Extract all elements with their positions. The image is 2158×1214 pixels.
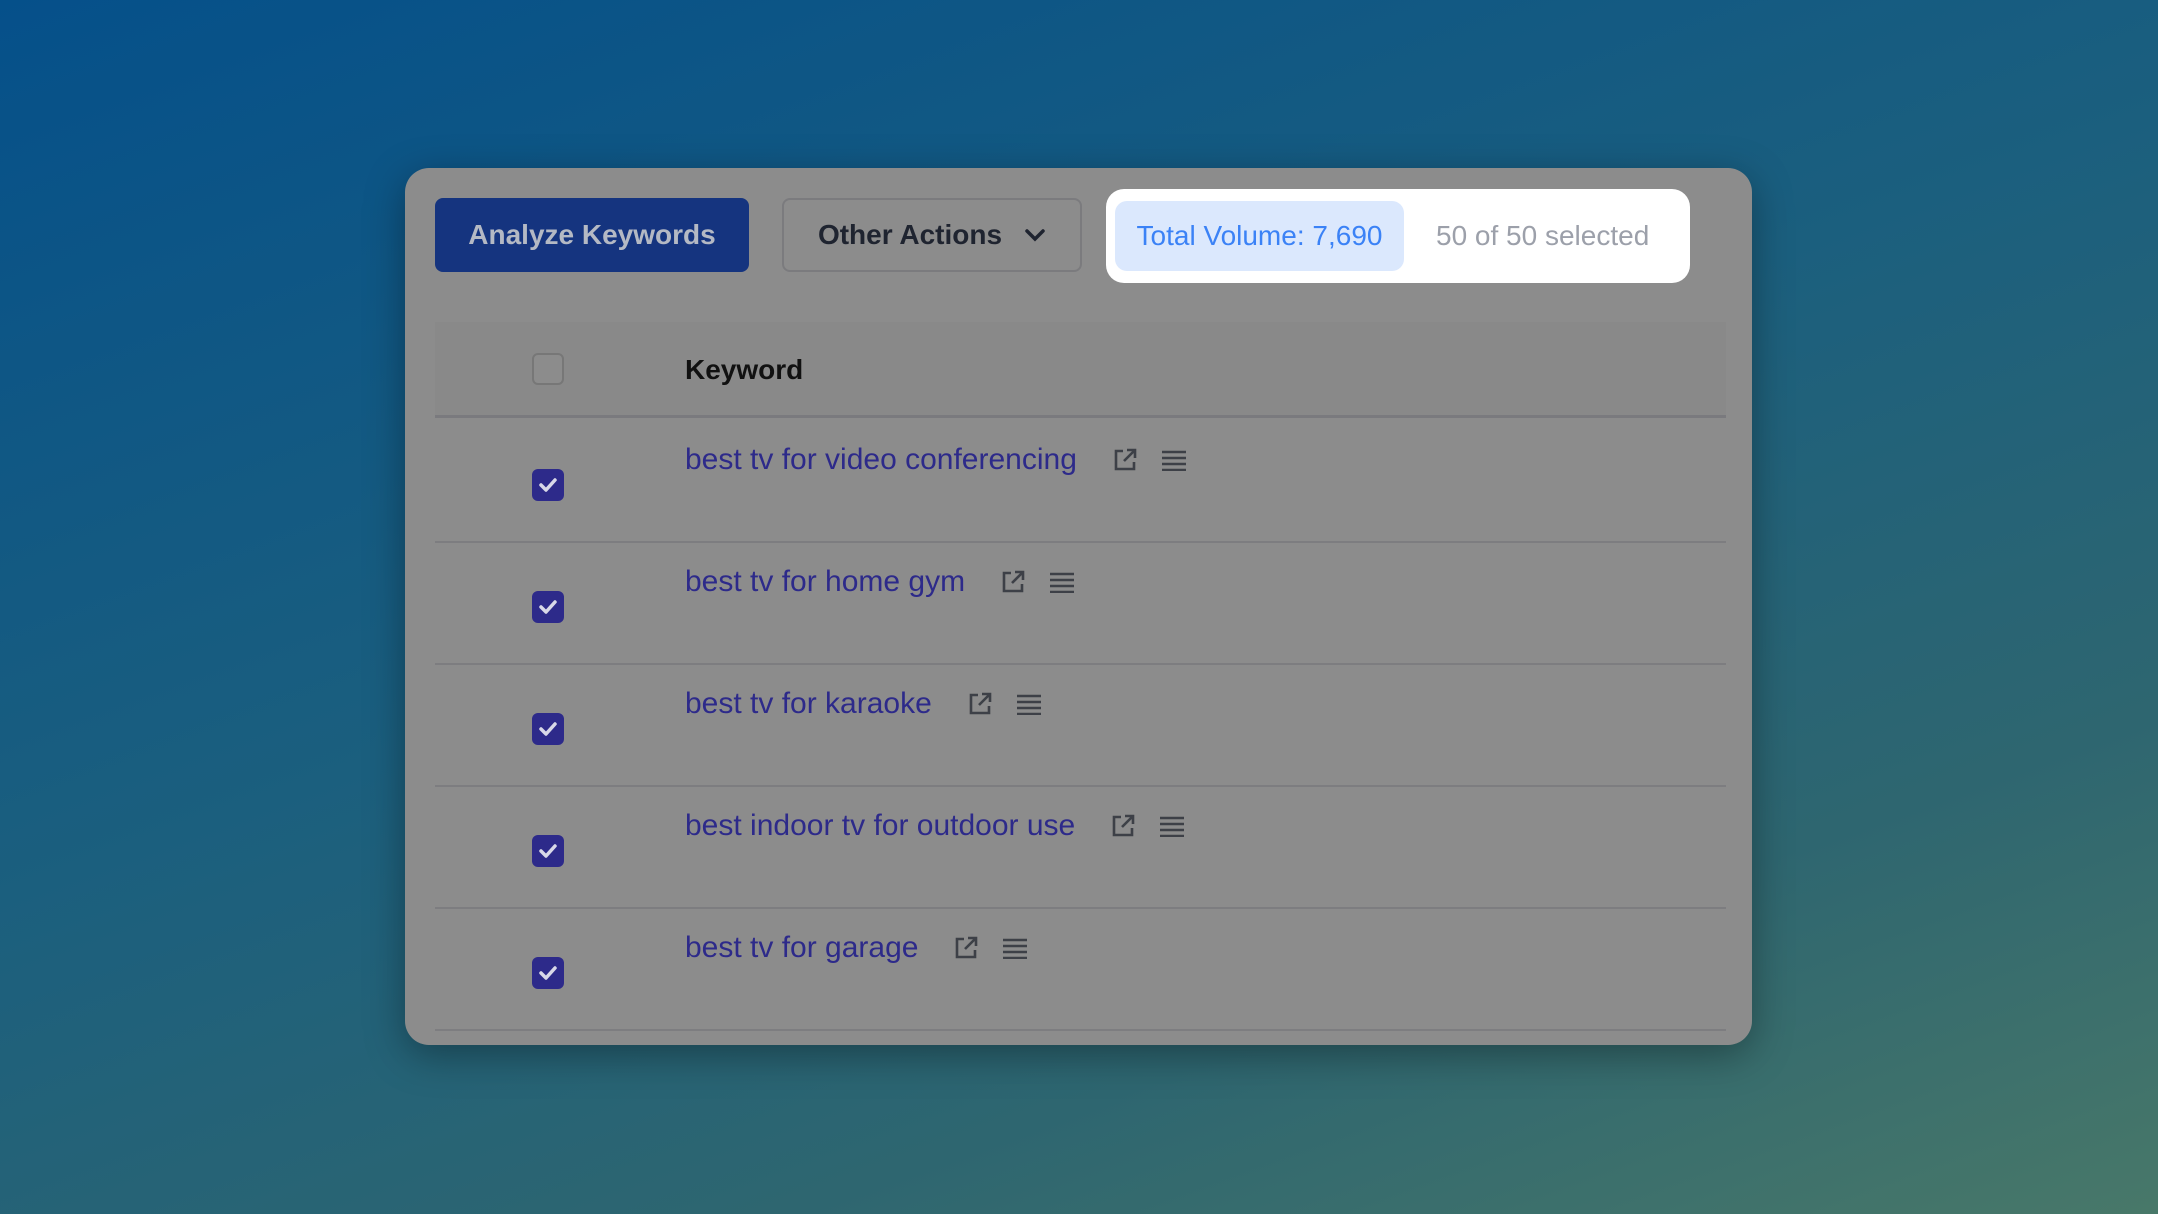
checkmark-icon	[539, 722, 557, 736]
keyword-link[interactable]: best indoor tv for outdoor use	[685, 809, 1075, 843]
table-row: best tv for video conferencing	[435, 421, 1726, 543]
row-checkbox[interactable]	[532, 469, 564, 501]
external-link-icon[interactable]	[1111, 446, 1139, 474]
keyword-link[interactable]: best tv for garage	[685, 931, 918, 965]
external-link-icon[interactable]	[952, 934, 980, 962]
row-checkbox[interactable]	[532, 591, 564, 623]
menu-lines-icon[interactable]	[1049, 571, 1075, 593]
table-row: best indoor tv for outdoor use	[435, 787, 1726, 909]
menu-lines-icon[interactable]	[1002, 937, 1028, 959]
table-header: Keyword	[435, 322, 1726, 418]
checkmark-icon	[539, 844, 557, 858]
chevron-down-icon	[1025, 229, 1045, 242]
other-actions-dropdown[interactable]: Other Actions	[782, 198, 1082, 272]
external-link-icon[interactable]	[966, 690, 994, 718]
row-checkbox[interactable]	[532, 835, 564, 867]
table-row: best tv for garage	[435, 909, 1726, 1031]
menu-lines-icon[interactable]	[1016, 693, 1042, 715]
menu-lines-icon[interactable]	[1161, 449, 1187, 471]
table-row: best tv for karaoke	[435, 665, 1726, 787]
selected-count: 50 of 50 selected	[1436, 220, 1650, 251]
selection-summary: Total Volume: 7,690 50 of 50 selected	[1106, 189, 1690, 283]
external-link-icon[interactable]	[1109, 812, 1137, 840]
other-actions-label: Other Actions	[817, 219, 1003, 250]
select-all-checkbox[interactable]	[532, 353, 564, 385]
analyze-keywords-button[interactable]: Analyze Keywords	[435, 198, 749, 272]
total-volume-badge: Total Volume: 7,690	[1115, 201, 1404, 271]
keyword-panel: Analyze Keywords Other Actions Total Vol…	[405, 168, 1752, 1045]
checkmark-icon	[539, 478, 557, 492]
row-checkbox[interactable]	[532, 957, 564, 989]
keyword-link[interactable]: best tv for home gym	[685, 565, 965, 599]
table-row: best tv for home gym	[435, 543, 1726, 665]
menu-lines-icon[interactable]	[1159, 815, 1185, 837]
keyword-link[interactable]: best tv for video conferencing	[685, 443, 1077, 477]
keyword-column-header[interactable]: Keyword	[685, 322, 803, 418]
checkmark-icon	[539, 966, 557, 980]
external-link-icon[interactable]	[999, 568, 1027, 596]
row-checkbox[interactable]	[532, 713, 564, 745]
checkmark-icon	[539, 600, 557, 614]
keyword-link[interactable]: best tv for karaoke	[685, 687, 932, 721]
